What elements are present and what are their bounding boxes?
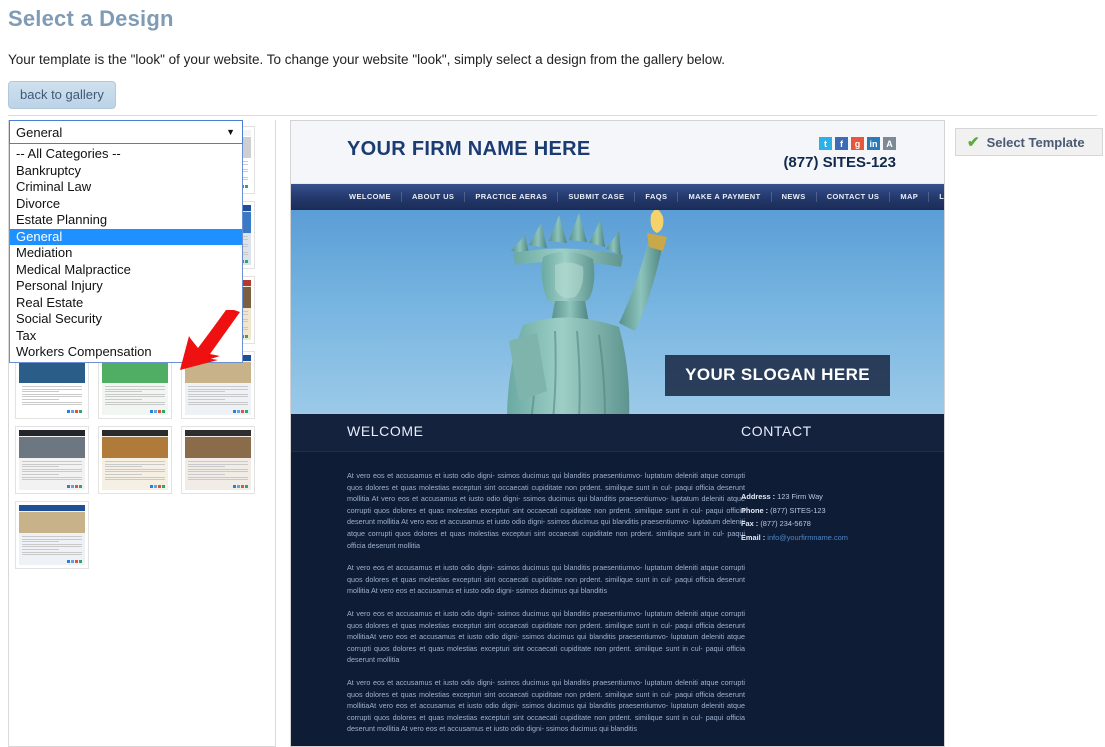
main-area: General ▼ -- All Categories -- Bankruptcy… bbox=[0, 120, 1105, 747]
template-thumbnail[interactable] bbox=[15, 501, 89, 569]
nav-item-submit-case[interactable]: SUBMIT CASE bbox=[558, 192, 636, 202]
avvo-icon[interactable]: A bbox=[883, 137, 896, 150]
category-option-mediation[interactable]: Mediation bbox=[10, 245, 242, 262]
select-template-button[interactable]: ✔ Select Template bbox=[955, 128, 1103, 156]
category-option-divorce[interactable]: Divorce bbox=[10, 196, 242, 213]
nav-item-about-us[interactable]: ABOUT US bbox=[402, 192, 466, 202]
category-option-personal-injury[interactable]: Personal Injury bbox=[10, 278, 242, 295]
hero-slogan: YOUR SLOGAN HERE bbox=[665, 355, 890, 396]
preview-site-header: YOUR FIRM NAME HERE t f g in A (877) SITES-1… bbox=[291, 121, 944, 184]
check-icon: ✔ bbox=[967, 134, 980, 151]
preview-site-nav[interactable]: WELCOME ABOUT US PRACTICE AERAS SUBMIT CASE… bbox=[291, 184, 944, 210]
select-template-label: Select Template bbox=[986, 134, 1085, 150]
page-title: Select a Design bbox=[8, 6, 174, 31]
preview-section-bar: WELCOME CONTACT bbox=[291, 414, 944, 452]
contact-column: Address : 123 Firm Way Phone : (877) SIT… bbox=[741, 490, 921, 544]
category-option-real-estate[interactable]: Real Estate bbox=[10, 295, 242, 312]
category-option-criminal-law[interactable]: Criminal Law bbox=[10, 179, 242, 196]
contact-fax-row: Fax : (877) 234-5678 bbox=[741, 517, 921, 531]
contact-email-link[interactable]: info@yourfirmname.com bbox=[767, 533, 848, 542]
header-phone: (877) SITES-123 bbox=[783, 154, 896, 171]
contact-address-value: 123 Firm Way bbox=[777, 492, 823, 501]
template-thumbnail[interactable] bbox=[15, 426, 89, 494]
linkedin-icon[interactable]: in bbox=[867, 137, 880, 150]
google-plus-icon[interactable]: g bbox=[851, 137, 864, 150]
contact-fax-label: Fax : bbox=[741, 519, 759, 529]
category-option-general[interactable]: General bbox=[10, 228, 242, 245]
nav-item-welcome[interactable]: WELCOME bbox=[339, 192, 402, 202]
twitter-icon[interactable]: t bbox=[819, 137, 832, 150]
preview-body: At vero eos et accusamus et iusto odio d… bbox=[291, 452, 944, 746]
welcome-paragraph: At vero eos et accusamus et iusto odio d… bbox=[347, 677, 745, 734]
nav-item-news[interactable]: NEWS bbox=[772, 192, 817, 202]
welcome-paragraph: At vero eos et accusamus et iusto odio d… bbox=[347, 563, 745, 596]
contact-phone-label: Phone : bbox=[741, 505, 769, 515]
category-option-medical-malpractice[interactable]: Medical Malpractice bbox=[10, 262, 242, 279]
welcome-paragraph: At vero eos et accusamus et iusto odio d… bbox=[347, 608, 745, 665]
firm-name: YOUR FIRM NAME HERE bbox=[347, 138, 591, 160]
nav-item-map[interactable]: MAP bbox=[890, 192, 930, 202]
header-divider bbox=[8, 115, 1097, 116]
welcome-column: At vero eos et accusamus et iusto odio d… bbox=[347, 470, 745, 746]
category-dropdown-value: General bbox=[16, 124, 63, 140]
back-to-gallery-button[interactable]: back to gallery bbox=[8, 81, 116, 109]
statue-of-liberty-illustration bbox=[507, 210, 667, 414]
nav-item-practice-aeras[interactable]: PRACTICE AERAS bbox=[465, 192, 559, 202]
category-option-bankruptcy[interactable]: Bankruptcy bbox=[10, 163, 242, 180]
contact-email-label: Email : bbox=[741, 532, 766, 542]
contact-phone-row: Phone : (877) SITES-123 bbox=[741, 504, 921, 518]
category-option-tax[interactable]: Tax bbox=[10, 328, 242, 345]
contact-address-row: Address : 123 Firm Way bbox=[741, 490, 921, 504]
intro-text: Your template is the "look" of your webs… bbox=[8, 52, 726, 67]
social-icon-row: t f g in A bbox=[819, 137, 896, 150]
category-option-all-categories[interactable]: -- All Categories -- bbox=[10, 146, 242, 163]
contact-fax-value: (877) 234-5678 bbox=[760, 519, 811, 529]
contact-email-row: Email : info@yourfirmname.com bbox=[741, 531, 921, 545]
template-thumbnail[interactable] bbox=[181, 426, 255, 494]
category-dropdown[interactable]: General ▼ bbox=[9, 120, 243, 144]
welcome-paragraph: At vero eos et accusamus et iusto odio d… bbox=[347, 471, 745, 550]
welcome-heading: WELCOME bbox=[347, 423, 424, 439]
hero-image: YOUR SLOGAN HERE bbox=[291, 210, 944, 414]
category-dropdown-wrap: General ▼ -- All Categories -- Bankruptcy… bbox=[9, 120, 243, 363]
contact-heading: CONTACT bbox=[741, 423, 812, 439]
template-preview: YOUR FIRM NAME HERE t f g in A (877) SITES-1… bbox=[290, 120, 945, 747]
nav-item-faqs[interactable]: FAQS bbox=[635, 192, 679, 202]
category-option-workers-compensation[interactable]: Workers Compensation bbox=[10, 344, 242, 361]
category-option-social-security[interactable]: Social Security bbox=[10, 311, 242, 328]
contact-address-label: Address : bbox=[741, 492, 776, 501]
template-thumbnail[interactable] bbox=[98, 426, 172, 494]
contact-phone-value: (877) SITES-123 bbox=[770, 505, 826, 515]
chevron-down-icon: ▼ bbox=[226, 127, 235, 137]
facebook-icon[interactable]: f bbox=[835, 137, 848, 150]
nav-item-contact-us[interactable]: CONTACT US bbox=[817, 192, 891, 202]
nav-item-links[interactable]: LINKS bbox=[929, 192, 944, 202]
category-option-estate-planning[interactable]: Estate Planning bbox=[10, 212, 242, 229]
template-gallery-panel: General ▼ -- All Categories -- Bankruptcy… bbox=[8, 120, 276, 747]
category-listbox[interactable]: -- All Categories -- Bankruptcy Criminal L… bbox=[9, 144, 243, 363]
nav-item-make-a-payment[interactable]: MAKE A PAYMENT bbox=[678, 192, 772, 202]
